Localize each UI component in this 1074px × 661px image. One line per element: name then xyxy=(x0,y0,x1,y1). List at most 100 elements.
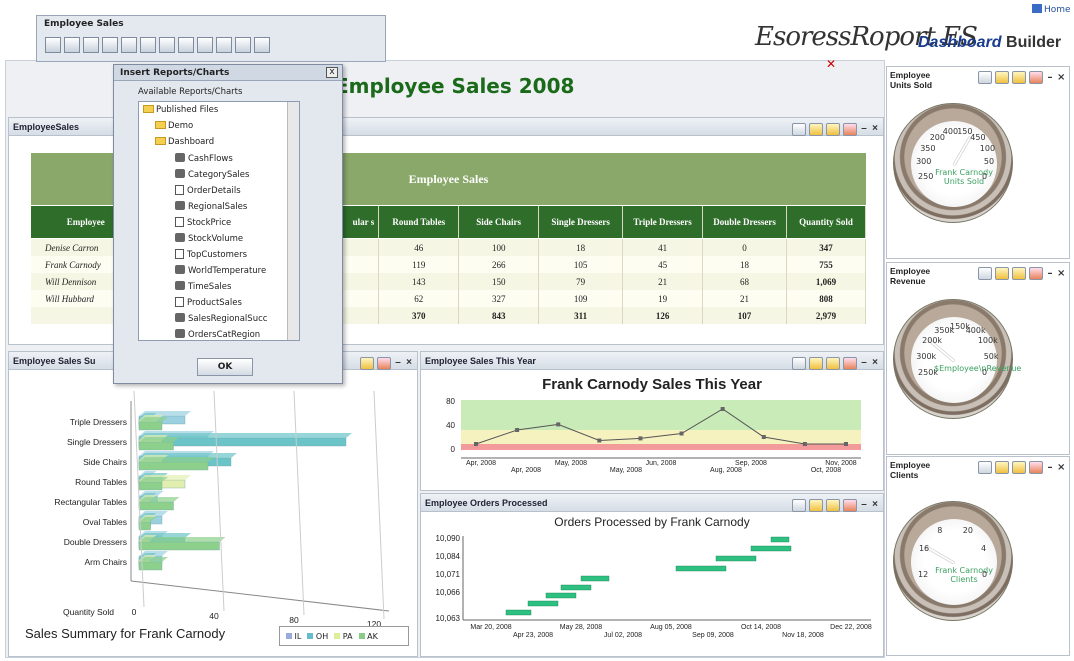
edit-icon[interactable] xyxy=(995,71,1009,84)
minimize-icon[interactable]: – xyxy=(860,496,868,514)
export-icon[interactable] xyxy=(843,498,857,512)
close-icon[interactable]: × xyxy=(1057,72,1065,83)
x-tick: Aug 05, 2008 xyxy=(650,624,692,631)
edit-icon[interactable] xyxy=(995,267,1009,280)
col-header: Quantity Sold xyxy=(786,206,866,238)
filter-icon[interactable] xyxy=(826,498,840,512)
order-bar xyxy=(715,555,757,562)
filter-icon[interactable] xyxy=(826,122,840,136)
y-tick: 10,063 xyxy=(436,614,461,623)
ok-button[interactable]: OK xyxy=(197,358,253,376)
close-icon[interactable]: × xyxy=(871,120,879,138)
tree-item[interactable]: RegionalSales xyxy=(175,201,247,212)
save-icon[interactable] xyxy=(83,37,99,53)
table-cell: 327 xyxy=(458,290,540,307)
tree-item[interactable]: OrderDetails xyxy=(175,185,241,196)
tree-item[interactable]: Dashboard xyxy=(155,137,214,147)
close-dashboard-icon[interactable]: ✕ xyxy=(826,57,836,71)
filter-icon[interactable] xyxy=(1012,71,1026,84)
tree-item[interactable]: CashFlows xyxy=(175,153,233,164)
tree-item[interactable]: TimeSales xyxy=(175,281,231,292)
tree-item[interactable]: StockPrice xyxy=(175,217,231,228)
minimize-icon[interactable]: – xyxy=(860,354,868,372)
close-icon[interactable]: × xyxy=(871,354,879,372)
tree-item[interactable]: ProductSales xyxy=(175,297,242,308)
minimize-icon[interactable]: – xyxy=(1046,72,1054,83)
minimize-icon[interactable]: – xyxy=(1046,462,1054,473)
export-icon[interactable] xyxy=(1029,461,1043,474)
gauge-tick: 8 xyxy=(937,526,943,536)
x-tick: May, 2008 xyxy=(555,460,587,467)
settings-icon[interactable] xyxy=(102,37,118,53)
gauge-tick: 0 xyxy=(981,569,988,579)
view-icon[interactable] xyxy=(978,267,992,280)
text-icon[interactable] xyxy=(159,37,175,53)
tree-item[interactable]: TopCustomers xyxy=(175,249,247,260)
this-year-chart: 80 40 0 Apr, 2008 May, 2008 Jun, 2008 Sep, 200… xyxy=(446,397,861,474)
minimize-icon[interactable]: – xyxy=(860,120,868,138)
report-tree[interactable]: Published Files Demo Dashboard CashFlows Cat… xyxy=(138,101,300,341)
new-icon[interactable] xyxy=(45,37,61,53)
data-point xyxy=(720,407,725,411)
export-icon[interactable] xyxy=(843,122,857,136)
gauge-title: Employee Revenue xyxy=(890,266,931,286)
summary-chart: Triple Dressers Single Dressers Side Chair… xyxy=(54,390,390,629)
minimize-icon[interactable]: – xyxy=(1046,268,1054,279)
tree-item[interactable]: Demo xyxy=(155,121,193,131)
table-cell: 100 xyxy=(458,239,540,256)
tree-item[interactable]: OrdersCatRegion xyxy=(175,329,260,340)
open-icon[interactable] xyxy=(64,37,80,53)
edit-icon[interactable] xyxy=(809,498,823,512)
view-icon[interactable] xyxy=(978,461,992,474)
tree-item[interactable]: CategorySales xyxy=(175,169,249,180)
employee-sales-toolbar: Employee Sales xyxy=(36,15,386,62)
view-icon[interactable] xyxy=(792,122,806,136)
filter-icon[interactable] xyxy=(1012,461,1026,474)
close-icon[interactable]: × xyxy=(1057,462,1065,473)
insert-reports-dialog: Insert Reports/Charts x Available Report… xyxy=(113,64,343,384)
view-icon[interactable] xyxy=(978,71,992,84)
gauge-tick: 4 xyxy=(981,544,987,554)
view-icon[interactable] xyxy=(792,356,806,370)
order-bar xyxy=(545,592,577,599)
x-tick: Dec 22, 2008 xyxy=(830,624,872,631)
image-icon[interactable] xyxy=(216,37,232,53)
x-tick: Oct, 2008 xyxy=(811,467,841,474)
data-point xyxy=(638,436,643,441)
y-tick: 10,066 xyxy=(436,588,461,597)
home-link[interactable]: Home xyxy=(1032,4,1071,15)
export-icon[interactable] xyxy=(377,356,391,370)
tree-scrollbar[interactable] xyxy=(287,102,299,340)
grid-line xyxy=(213,390,225,612)
close-icon[interactable]: × xyxy=(405,354,413,372)
edit-icon[interactable] xyxy=(809,356,823,370)
report-icon xyxy=(175,233,185,242)
tree-item[interactable]: SalesRegionalSucc xyxy=(175,313,267,324)
insert-report-icon[interactable] xyxy=(121,37,137,53)
tree-item[interactable]: WorldTemperature xyxy=(175,265,266,276)
export-icon[interactable] xyxy=(1029,267,1043,280)
edit-icon[interactable] xyxy=(809,122,823,136)
export-icon[interactable] xyxy=(843,356,857,370)
table-cell: 62 xyxy=(378,290,460,307)
tree-item[interactable]: StockVolume xyxy=(175,233,243,244)
parameter-icon[interactable] xyxy=(140,37,156,53)
checkbox-icon[interactable] xyxy=(235,37,251,53)
view-icon[interactable] xyxy=(792,498,806,512)
filter-icon[interactable] xyxy=(360,356,374,370)
x-tick: May 28, 2008 xyxy=(560,624,603,631)
layout-icon[interactable] xyxy=(197,37,213,53)
export-icon[interactable] xyxy=(1029,71,1043,84)
filter-icon[interactable] xyxy=(826,356,840,370)
edit-icon[interactable] xyxy=(995,461,1009,474)
filter-icon[interactable] xyxy=(1012,267,1026,280)
bar-top-ak xyxy=(139,497,180,502)
panel-icon[interactable] xyxy=(178,37,194,53)
minimize-icon[interactable]: – xyxy=(394,354,402,372)
close-icon[interactable]: × xyxy=(871,496,879,514)
table-cell: 1,069 xyxy=(786,273,867,290)
dialog-close-button[interactable]: x xyxy=(326,67,338,78)
tree-item[interactable]: Published Files xyxy=(143,105,218,115)
export-icon[interactable] xyxy=(254,37,270,53)
close-icon[interactable]: × xyxy=(1057,268,1065,279)
